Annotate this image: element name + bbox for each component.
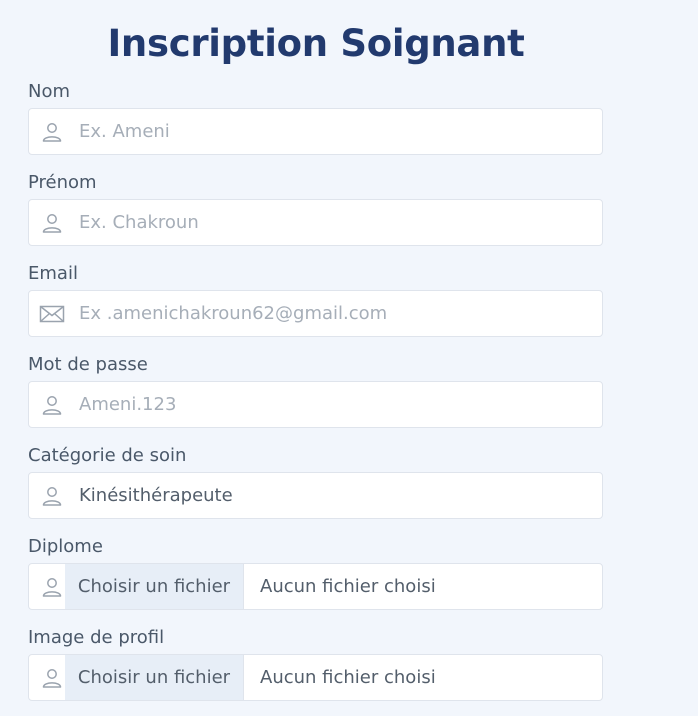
categorie-input-group[interactable]: Kinésithérapeute [28,472,603,519]
field-password: Mot de passe Ameni.123 [28,351,603,442]
password-input-group[interactable]: Ameni.123 [28,381,603,428]
field-categorie: Catégorie de soin Kinésithérapeute [28,442,603,533]
user-icon [39,393,65,417]
image-file-group: Choisir un fichier Aucun fichier choisi [28,654,603,701]
field-prenom: Prénom Ex. Chakroun [28,169,603,260]
email-input-group[interactable]: Ex .amenichakroun62@gmail.com [28,290,603,337]
signup-page: Inscription Soignant Nom Ex. Ameni Préno… [0,0,698,716]
diplome-file-group: Choisir un fichier Aucun fichier choisi [28,563,603,610]
page-title: Inscription Soignant [107,22,525,65]
diplome-file-status: Aucun fichier choisi [260,576,436,597]
email-label: Email [28,263,78,284]
categorie-input[interactable]: Kinésithérapeute [79,473,233,518]
image-label: Image de profil [28,627,165,648]
user-icon [39,575,65,599]
image-choose-file-button[interactable]: Choisir un fichier [65,655,244,700]
prenom-input-group[interactable]: Ex. Chakroun [28,199,603,246]
categorie-label: Catégorie de soin [28,445,187,466]
field-email: Email Ex .amenichakroun62@gmail.com [28,260,603,351]
field-diplome: Diplome Choisir un fichier Aucun fichier… [28,533,603,624]
user-icon [39,666,65,690]
field-image: Image de profil Choisir un fichier Aucun… [28,624,603,715]
field-nom: Nom Ex. Ameni [28,78,603,169]
user-icon [39,484,65,508]
prenom-label: Prénom [28,172,97,193]
nom-label: Nom [28,81,71,102]
password-input[interactable]: Ameni.123 [79,382,176,427]
nom-input[interactable]: Ex. Ameni [79,109,170,154]
user-icon [39,120,65,144]
nom-input-group[interactable]: Ex. Ameni [28,108,603,155]
diplome-label: Diplome [28,536,103,557]
image-file-status: Aucun fichier choisi [260,667,436,688]
prenom-input[interactable]: Ex. Chakroun [79,200,199,245]
password-label: Mot de passe [28,354,148,375]
diplome-choose-file-button[interactable]: Choisir un fichier [65,564,244,609]
user-icon [39,211,65,235]
signup-form: Nom Ex. Ameni Prénom Ex. Chakroun Email [28,78,603,715]
email-input[interactable]: Ex .amenichakroun62@gmail.com [79,291,387,336]
envelope-icon [39,302,65,326]
